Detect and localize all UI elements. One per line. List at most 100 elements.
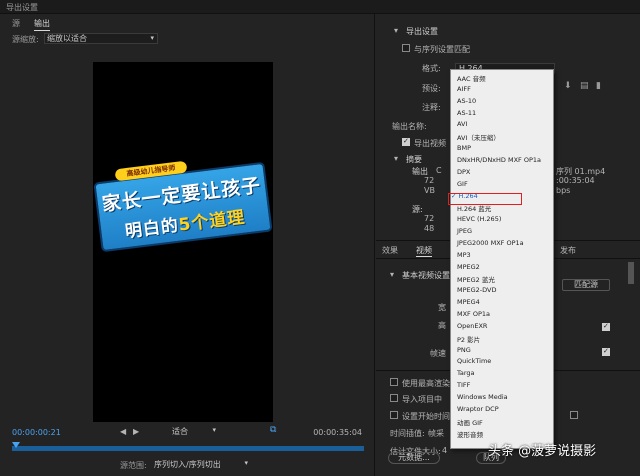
- format-option[interactable]: 波形音频: [457, 429, 483, 439]
- match-sequence-checkbox[interactable]: [402, 44, 410, 52]
- fit-value: 适合: [172, 427, 188, 436]
- mark-out-icon[interactable]: ▶: [133, 427, 139, 436]
- render-alpha-checkbox[interactable]: [570, 411, 578, 419]
- current-timecode[interactable]: 00:00:00:21: [12, 428, 61, 437]
- title-bar: 导出设置: [0, 0, 640, 14]
- tab-publish[interactable]: 发布: [560, 245, 576, 256]
- format-option[interactable]: QuickTime: [457, 357, 491, 365]
- summary-label: 摘要: [406, 155, 422, 164]
- preview-panel: 源 输出 源缩放: 缩放以适合 ▾ 高级幼儿指导师 家长一定要让孩子 明白的5个…: [0, 14, 375, 476]
- playhead-handle[interactable]: [12, 442, 20, 448]
- timeline-track[interactable]: [12, 446, 364, 451]
- delete-preset-icon[interactable]: ▮: [596, 81, 601, 91]
- width-label: 宽: [438, 303, 446, 312]
- format-dropdown-menu[interactable]: AAC 音频 AIFF AS-10 AS-11 AVI AVI（未压缩） BMP DNxHR/…: [450, 69, 554, 449]
- format-option[interactable]: P2 影片: [457, 334, 480, 344]
- window-title: 导出设置: [6, 3, 38, 12]
- import-project-checkbox[interactable]: [390, 394, 398, 402]
- save-preset-icon[interactable]: ⬇: [564, 81, 572, 91]
- format-option-label: Windows Media: [457, 392, 508, 401]
- expand-arrow-icon[interactable]: ▾: [394, 154, 398, 163]
- crop-icon[interactable]: ⧉: [270, 425, 280, 435]
- format-option[interactable]: MPEG2 蓝光: [457, 274, 495, 284]
- tab-effects[interactable]: 效果: [382, 245, 398, 256]
- format-option-label: OpenEXR: [457, 321, 488, 330]
- chevron-down-icon: ▾: [150, 34, 154, 42]
- format-option-label: Wraptor DCP: [457, 404, 499, 413]
- format-option[interactable]: PNG: [457, 346, 471, 354]
- format-option-label: GIF: [457, 179, 468, 188]
- format-option-label: AVI（未压缩）: [457, 134, 500, 143]
- format-option[interactable]: MPEG2-DVD: [457, 286, 497, 294]
- summary-frag-c: C: [436, 166, 442, 175]
- expand-arrow-icon[interactable]: ▾: [394, 26, 398, 35]
- format-option[interactable]: AAC 音频: [457, 73, 486, 83]
- timeline-scrubber[interactable]: [12, 439, 364, 455]
- format-option[interactable]: Windows Media: [457, 393, 508, 401]
- format-option[interactable]: BMP: [457, 144, 471, 152]
- file-size-value: 4: [442, 446, 448, 455]
- format-option[interactable]: AVI: [457, 120, 467, 128]
- format-label: 格式:: [422, 64, 441, 73]
- format-option[interactable]: 动画 GIF: [457, 417, 483, 427]
- format-option-label: P2 影片: [457, 335, 481, 344]
- format-option-label: JPEG: [457, 227, 472, 236]
- source-range-label: 源范围:: [120, 461, 147, 470]
- format-option-label: JPEG2000 MXF OP1a: [457, 238, 524, 247]
- tab-source[interactable]: 源: [12, 18, 20, 29]
- tab-output[interactable]: 输出: [34, 18, 50, 31]
- format-option[interactable]: GIF: [457, 180, 468, 188]
- format-option-label: 动画 GIF: [457, 418, 483, 427]
- tab-video[interactable]: 视频: [416, 245, 432, 257]
- format-option[interactable]: AS-11: [457, 109, 476, 117]
- expand-arrow-icon[interactable]: ▾: [390, 270, 394, 279]
- source-scale-label: 源缩放:: [12, 35, 39, 44]
- format-option[interactable]: DNxHR/DNxHD MXF OP1a: [457, 156, 541, 164]
- source-range-select[interactable]: 序列切入/序列切出 ▾: [154, 459, 248, 470]
- height-label: 高: [438, 321, 446, 330]
- mark-in-icon[interactable]: ◀: [120, 427, 126, 436]
- fit-select[interactable]: 适合 ▾: [172, 426, 216, 437]
- summary-frag-48: 48: [424, 224, 435, 233]
- max-render-checkbox[interactable]: [390, 378, 398, 386]
- format-option-label: H.264 蓝光: [457, 205, 492, 214]
- format-option-label: QuickTime: [457, 357, 492, 366]
- format-option-label: BMP: [457, 144, 471, 153]
- import-preset-icon[interactable]: ▤: [580, 81, 589, 91]
- import-project-label: 导入项目中: [402, 395, 442, 404]
- format-option-label: MPEG2-DVD: [457, 286, 497, 295]
- format-option[interactable]: AS-10: [457, 97, 476, 105]
- format-option[interactable]: MPEG4: [457, 298, 480, 306]
- format-option[interactable]: TIFF: [457, 381, 470, 389]
- time-interp-value[interactable]: 帧采: [428, 428, 444, 439]
- format-option-label: MXF OP1a: [457, 310, 491, 318]
- format-option-label: DPX: [457, 167, 471, 176]
- format-option[interactable]: JPEG: [457, 227, 472, 235]
- start-timecode-checkbox[interactable]: [390, 411, 398, 419]
- format-option[interactable]: DPX: [457, 168, 470, 176]
- metadata-button[interactable]: 元数据...: [388, 452, 440, 464]
- export-video-checkbox[interactable]: [402, 137, 410, 146]
- selected-format-highlight: [448, 193, 522, 205]
- format-option[interactable]: MP3: [457, 251, 471, 259]
- format-option[interactable]: HEVC (H.265): [457, 215, 501, 223]
- section-export-settings: 导出设置: [406, 27, 438, 36]
- link-dimensions-checkbox[interactable]: [602, 322, 610, 331]
- frame-rate-label: 帧速: [430, 349, 446, 358]
- format-option[interactable]: AVI（未压缩）: [457, 132, 500, 142]
- format-option[interactable]: AIFF: [457, 85, 471, 93]
- format-option[interactable]: MXF OP1a: [457, 310, 490, 318]
- source-scale-select[interactable]: 缩放以适合 ▾: [44, 33, 158, 44]
- format-option[interactable]: MPEG2: [457, 263, 480, 271]
- match-source-button[interactable]: 匹配源: [562, 279, 610, 291]
- frame-rate-checkbox[interactable]: [602, 347, 610, 356]
- format-option[interactable]: JPEG2000 MXF OP1a: [457, 239, 524, 247]
- time-interp-label: 时间插值:: [390, 429, 425, 438]
- format-option[interactable]: OpenEXR: [457, 322, 487, 330]
- format-option[interactable]: Wraptor DCP: [457, 405, 499, 413]
- settings-scrollbar[interactable]: [628, 262, 634, 284]
- max-render-label: 使用最高渲染: [402, 379, 450, 388]
- watermark-text: 头条 @菠萝说摄影: [488, 444, 597, 459]
- format-option[interactable]: Targa: [457, 369, 475, 377]
- summary-frag-vb: VB: [424, 186, 435, 195]
